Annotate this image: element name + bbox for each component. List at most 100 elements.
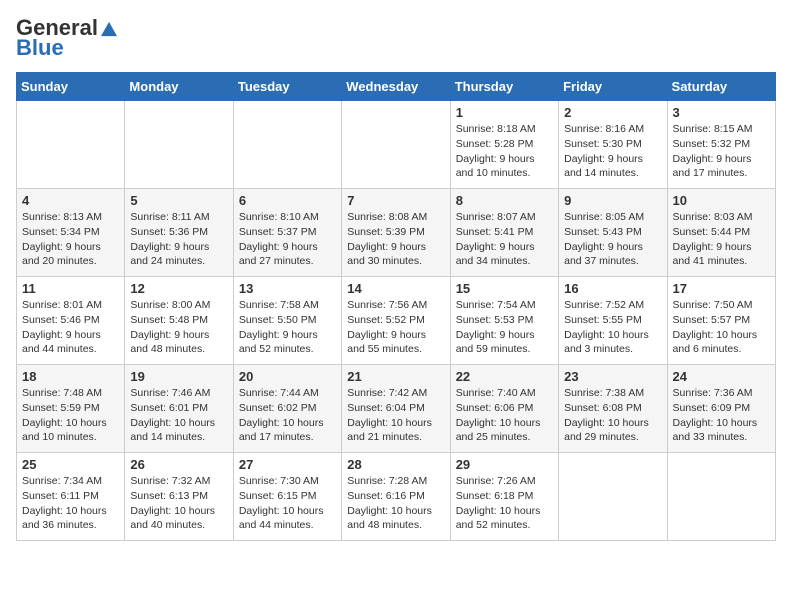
day-number: 28 xyxy=(347,457,444,472)
day-number: 16 xyxy=(564,281,661,296)
day-number: 24 xyxy=(673,369,770,384)
day-number: 17 xyxy=(673,281,770,296)
day-number: 4 xyxy=(22,193,119,208)
header-friday: Friday xyxy=(559,73,667,101)
calendar-cell xyxy=(667,453,775,541)
calendar-week-1: 1Sunrise: 8:18 AM Sunset: 5:28 PM Daylig… xyxy=(17,101,776,189)
day-number: 1 xyxy=(456,105,553,120)
day-number: 27 xyxy=(239,457,336,472)
day-number: 9 xyxy=(564,193,661,208)
header-tuesday: Tuesday xyxy=(233,73,341,101)
day-number: 15 xyxy=(456,281,553,296)
calendar-cell: 12 Sunrise: 8:00 AM Sunset: 5:48 PM Dayli… xyxy=(125,277,233,365)
calendar-cell: 4 Sunrise: 8:13 AM Sunset: 5:34 PM Daylig… xyxy=(17,189,125,277)
calendar-cell: 5Sunrise: 8:11 AM Sunset: 5:36 PM Daylig… xyxy=(125,189,233,277)
logo-blue-text: Blue xyxy=(16,36,118,60)
day-number: 22 xyxy=(456,369,553,384)
day-info: Sunrise: 7:46 AM Sunset: 6:01 PM Dayligh… xyxy=(130,386,227,445)
calendar-cell: 20 Sunrise: 7:44 AM Sunset: 6:02 PM Dayli… xyxy=(233,365,341,453)
calendar-cell: 27 Sunrise: 7:30 AM Sunset: 6:15 PM Dayli… xyxy=(233,453,341,541)
calendar-table: SundayMondayTuesdayWednesdayThursdayFrid… xyxy=(16,72,776,541)
day-info: Sunrise: 8:01 AM Sunset: 5:46 PM Dayligh… xyxy=(22,298,119,357)
day-number: 19 xyxy=(130,369,227,384)
day-info: Sunrise: 7:28 AM Sunset: 6:16 PM Dayligh… xyxy=(347,474,444,533)
calendar-cell: 9 Sunrise: 8:05 AM Sunset: 5:43 PM Daylig… xyxy=(559,189,667,277)
calendar-cell: 24 Sunrise: 7:36 AM Sunset: 6:09 PM Dayli… xyxy=(667,365,775,453)
calendar-cell: 8 Sunrise: 8:07 AM Sunset: 5:41 PM Daylig… xyxy=(450,189,558,277)
header-sunday: Sunday xyxy=(17,73,125,101)
day-info: Sunrise: 7:52 AM Sunset: 5:55 PM Dayligh… xyxy=(564,298,661,357)
calendar-cell: 10 Sunrise: 8:03 AM Sunset: 5:44 PM Dayli… xyxy=(667,189,775,277)
calendar-cell: 16 Sunrise: 7:52 AM Sunset: 5:55 PM Dayli… xyxy=(559,277,667,365)
day-number: 5 xyxy=(130,193,227,208)
day-number: 21 xyxy=(347,369,444,384)
day-number: 13 xyxy=(239,281,336,296)
calendar-cell: 11 Sunrise: 8:01 AM Sunset: 5:46 PM Dayli… xyxy=(17,277,125,365)
calendar-cell: 19 Sunrise: 7:46 AM Sunset: 6:01 PM Dayli… xyxy=(125,365,233,453)
day-number: 25 xyxy=(22,457,119,472)
calendar-cell xyxy=(342,101,450,189)
calendar-week-4: 18Sunrise: 7:48 AM Sunset: 5:59 PM Dayli… xyxy=(17,365,776,453)
day-number: 8 xyxy=(456,193,553,208)
day-info: Sunrise: 7:38 AM Sunset: 6:08 PM Dayligh… xyxy=(564,386,661,445)
calendar-cell xyxy=(233,101,341,189)
logo: General Blue xyxy=(16,16,118,60)
day-info: Sunrise: 8:07 AM Sunset: 5:41 PM Dayligh… xyxy=(456,210,553,269)
day-info: Sunrise: 8:03 AM Sunset: 5:44 PM Dayligh… xyxy=(673,210,770,269)
day-number: 6 xyxy=(239,193,336,208)
calendar-cell: 14 Sunrise: 7:56 AM Sunset: 5:52 PM Dayli… xyxy=(342,277,450,365)
calendar-cell xyxy=(125,101,233,189)
day-number: 3 xyxy=(673,105,770,120)
calendar-cell: 28 Sunrise: 7:28 AM Sunset: 6:16 PM Dayli… xyxy=(342,453,450,541)
day-info: Sunrise: 7:36 AM Sunset: 6:09 PM Dayligh… xyxy=(673,386,770,445)
calendar-cell: 17 Sunrise: 7:50 AM Sunset: 5:57 PM Dayli… xyxy=(667,277,775,365)
calendar-week-3: 11 Sunrise: 8:01 AM Sunset: 5:46 PM Dayli… xyxy=(17,277,776,365)
day-info: Sunrise: 7:50 AM Sunset: 5:57 PM Dayligh… xyxy=(673,298,770,357)
calendar-cell: 23 Sunrise: 7:38 AM Sunset: 6:08 PM Dayli… xyxy=(559,365,667,453)
calendar-header-row: SundayMondayTuesdayWednesdayThursdayFrid… xyxy=(17,73,776,101)
day-info: Sunrise: 7:32 AM Sunset: 6:13 PM Dayligh… xyxy=(130,474,227,533)
calendar-cell: 22 Sunrise: 7:40 AM Sunset: 6:06 PM Dayli… xyxy=(450,365,558,453)
day-number: 11 xyxy=(22,281,119,296)
day-number: 26 xyxy=(130,457,227,472)
day-info: Sunrise: 7:30 AM Sunset: 6:15 PM Dayligh… xyxy=(239,474,336,533)
day-number: 23 xyxy=(564,369,661,384)
day-number: 29 xyxy=(456,457,553,472)
day-number: 7 xyxy=(347,193,444,208)
day-info: Sunrise: 7:26 AM Sunset: 6:18 PM Dayligh… xyxy=(456,474,553,533)
header-monday: Monday xyxy=(125,73,233,101)
header-wednesday: Wednesday xyxy=(342,73,450,101)
day-info: Sunrise: 8:08 AM Sunset: 5:39 PM Dayligh… xyxy=(347,210,444,269)
day-number: 14 xyxy=(347,281,444,296)
calendar-cell: 7 Sunrise: 8:08 AM Sunset: 5:39 PM Daylig… xyxy=(342,189,450,277)
day-info: Sunrise: 7:44 AM Sunset: 6:02 PM Dayligh… xyxy=(239,386,336,445)
day-number: 10 xyxy=(673,193,770,208)
calendar-cell: 13Sunrise: 7:58 AM Sunset: 5:50 PM Dayli… xyxy=(233,277,341,365)
day-info: Sunrise: 8:16 AM Sunset: 5:30 PM Dayligh… xyxy=(564,122,661,181)
calendar-cell: 6 Sunrise: 8:10 AM Sunset: 5:37 PM Daylig… xyxy=(233,189,341,277)
day-info: Sunrise: 8:05 AM Sunset: 5:43 PM Dayligh… xyxy=(564,210,661,269)
day-info: Sunrise: 8:15 AM Sunset: 5:32 PM Dayligh… xyxy=(673,122,770,181)
day-info: Sunrise: 7:56 AM Sunset: 5:52 PM Dayligh… xyxy=(347,298,444,357)
calendar-cell xyxy=(559,453,667,541)
calendar-cell: 18Sunrise: 7:48 AM Sunset: 5:59 PM Dayli… xyxy=(17,365,125,453)
calendar-cell xyxy=(17,101,125,189)
calendar-cell: 2Sunrise: 8:16 AM Sunset: 5:30 PM Daylig… xyxy=(559,101,667,189)
day-number: 12 xyxy=(130,281,227,296)
day-info: Sunrise: 7:54 AM Sunset: 5:53 PM Dayligh… xyxy=(456,298,553,357)
calendar-week-2: 4 Sunrise: 8:13 AM Sunset: 5:34 PM Daylig… xyxy=(17,189,776,277)
header-saturday: Saturday xyxy=(667,73,775,101)
day-info: Sunrise: 7:40 AM Sunset: 6:06 PM Dayligh… xyxy=(456,386,553,445)
day-info: Sunrise: 7:34 AM Sunset: 6:11 PM Dayligh… xyxy=(22,474,119,533)
page-header: General Blue xyxy=(16,16,776,60)
day-info: Sunrise: 8:13 AM Sunset: 5:34 PM Dayligh… xyxy=(22,210,119,269)
calendar-cell: 26 Sunrise: 7:32 AM Sunset: 6:13 PM Dayli… xyxy=(125,453,233,541)
day-number: 20 xyxy=(239,369,336,384)
calendar-cell: 3 Sunrise: 8:15 AM Sunset: 5:32 PM Daylig… xyxy=(667,101,775,189)
calendar-cell: 15 Sunrise: 7:54 AM Sunset: 5:53 PM Dayli… xyxy=(450,277,558,365)
day-info: Sunrise: 7:42 AM Sunset: 6:04 PM Dayligh… xyxy=(347,386,444,445)
day-info: Sunrise: 8:10 AM Sunset: 5:37 PM Dayligh… xyxy=(239,210,336,269)
day-info: Sunrise: 8:00 AM Sunset: 5:48 PM Dayligh… xyxy=(130,298,227,357)
calendar-week-5: 25 Sunrise: 7:34 AM Sunset: 6:11 PM Dayli… xyxy=(17,453,776,541)
calendar-cell: 21 Sunrise: 7:42 AM Sunset: 6:04 PM Dayli… xyxy=(342,365,450,453)
